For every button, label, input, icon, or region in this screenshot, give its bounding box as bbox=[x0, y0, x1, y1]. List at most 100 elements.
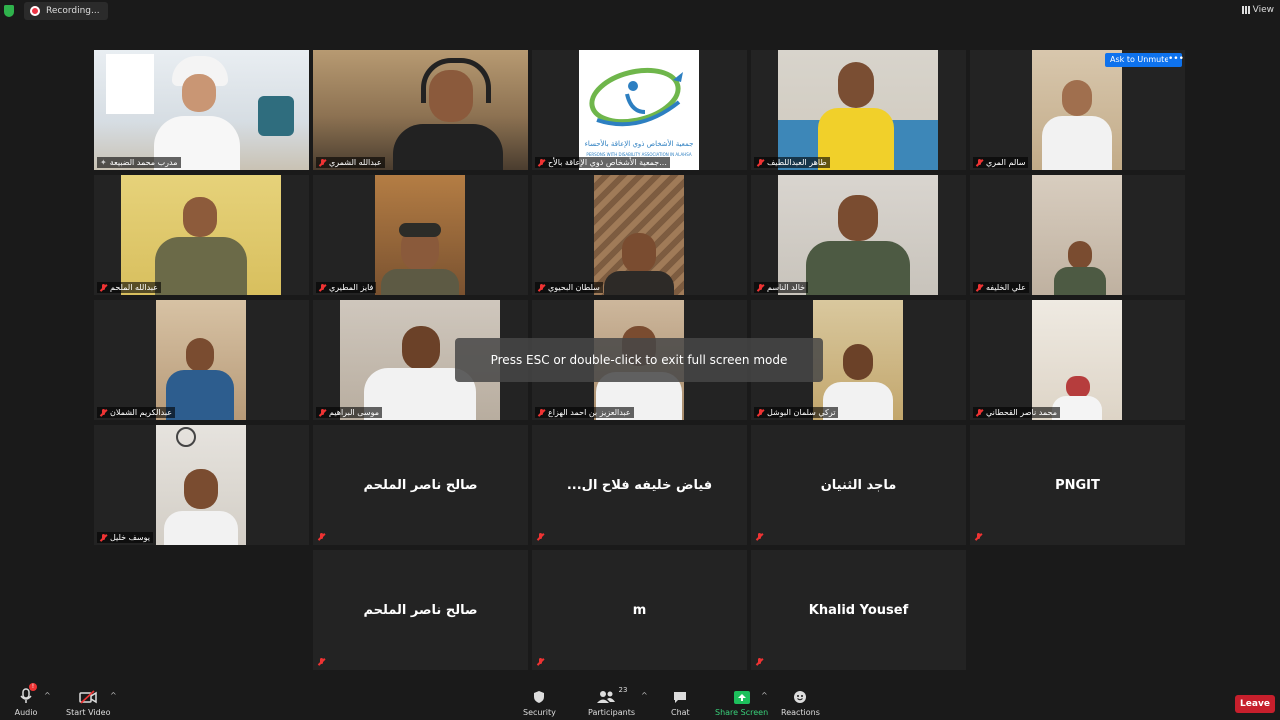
mic-muted-icon bbox=[537, 533, 544, 541]
video-tile[interactable]: خالد الناسم bbox=[751, 175, 966, 295]
name-tag: محمد ناصر القحطاني bbox=[973, 407, 1060, 418]
video-tile[interactable]: صالح ناصر الملحم bbox=[313, 550, 528, 670]
participant-name: موسى البراهيم bbox=[329, 408, 379, 417]
name-tag: عبدالعزيز بن احمد الهزاع bbox=[535, 407, 634, 418]
video-tile[interactable]: يوسف خليل bbox=[94, 425, 309, 545]
top-bar: Recording... View bbox=[0, 0, 1280, 24]
mic-muted-icon bbox=[537, 658, 544, 666]
video-tile[interactable]: صالح ناصر الملحم bbox=[313, 425, 528, 545]
participant-name: ماجد الثنيان bbox=[820, 477, 897, 493]
participant-name: سالم المري bbox=[986, 158, 1026, 167]
participant-name: جمعية الأشخاص ذوي الإعاقة بالأح... bbox=[548, 158, 667, 167]
video-tile[interactable]: عبدالله الشمري bbox=[313, 50, 528, 170]
participant-name: عبدالله الشمري bbox=[329, 158, 382, 167]
mic-muted-icon bbox=[319, 283, 326, 292]
name-tag: موسى البراهيم bbox=[316, 407, 382, 418]
video-tile[interactable]: عبدالله الملحم bbox=[94, 175, 309, 295]
name-tag: يوسف خليل bbox=[97, 532, 153, 543]
participant-video bbox=[375, 175, 465, 295]
recording-icon bbox=[30, 6, 40, 16]
reactions-smiley-icon bbox=[794, 691, 807, 703]
mic-muted-icon bbox=[100, 283, 107, 292]
video-tile[interactable]: PNGIT bbox=[970, 425, 1185, 545]
video-off-icon bbox=[79, 690, 97, 704]
participant-name: صالح ناصر الملحم bbox=[363, 477, 478, 493]
video-options-caret-icon[interactable]: ^ bbox=[110, 691, 117, 700]
leave-button[interactable]: Leave bbox=[1235, 695, 1275, 713]
share-options-caret-icon[interactable]: ^ bbox=[761, 691, 768, 700]
mic-muted-icon bbox=[318, 658, 325, 666]
name-tag: سلطان البحيوي bbox=[535, 282, 603, 293]
video-tile[interactable]: ✦ مدرب محمد الضبيعة bbox=[94, 50, 309, 170]
name-tag: علي الخليفه bbox=[973, 282, 1029, 293]
mic-muted-icon bbox=[319, 158, 326, 167]
mic-muted-icon bbox=[538, 408, 545, 417]
participant-name: عبدالعزيز بن احمد الهزاع bbox=[548, 408, 631, 417]
mic-muted-icon bbox=[976, 283, 983, 292]
participants-button[interactable]: 23 Participants bbox=[588, 686, 635, 717]
name-tag: خالد الناسم bbox=[754, 282, 809, 293]
association-logo-icon: جمعية الأشخاص ذوي الإعاقة بالأحساء PERSO… bbox=[585, 67, 694, 157]
mic-muted-icon bbox=[976, 408, 983, 417]
audio-button[interactable]: ! Audio bbox=[13, 683, 39, 717]
participant-name: m bbox=[632, 602, 647, 618]
meeting-toolbar: ! Audio ^ Start Video ^ Security 23 Part… bbox=[0, 683, 1280, 720]
ask-to-unmute-button[interactable]: Ask to Unmute bbox=[1105, 53, 1175, 67]
recording-indicator[interactable]: Recording... bbox=[24, 2, 108, 20]
logo-text: جمعية الأشخاص ذوي الإعاقة بالأحساء bbox=[585, 139, 694, 148]
share-screen-label: Share Screen bbox=[715, 708, 769, 717]
participant-video bbox=[313, 50, 528, 170]
encryption-shield-icon[interactable] bbox=[4, 5, 14, 17]
participant-video bbox=[94, 50, 309, 170]
participants-label: Participants bbox=[588, 708, 635, 717]
video-tile[interactable]: سلطان البحيوي bbox=[532, 175, 747, 295]
mic-muted-icon bbox=[757, 158, 764, 167]
audio-alert-badge: ! bbox=[29, 683, 37, 691]
start-video-label: Start Video bbox=[66, 708, 111, 717]
video-tile[interactable]: ...فياض خليفه فلاح ال bbox=[532, 425, 747, 545]
name-tag: ✦ مدرب محمد الضبيعة bbox=[97, 157, 181, 168]
mic-muted-icon bbox=[975, 533, 982, 541]
more-options-button[interactable]: ••• bbox=[1168, 53, 1184, 67]
participant-name: خالد الناسم bbox=[767, 283, 806, 292]
video-tile[interactable]: Khalid Yousef bbox=[751, 550, 966, 670]
participant-name: يوسف خليل bbox=[110, 533, 150, 542]
video-tile[interactable]: محمد ناصر القحطاني bbox=[970, 300, 1185, 420]
start-video-button[interactable]: Start Video bbox=[66, 686, 111, 717]
video-tile[interactable]: سالم المري bbox=[970, 50, 1185, 170]
mic-muted-icon bbox=[538, 158, 545, 167]
video-tile[interactable]: m bbox=[532, 550, 747, 670]
participant-name: سلطان البحيوي bbox=[548, 283, 600, 292]
video-tile[interactable]: ماجد الثنيان bbox=[751, 425, 966, 545]
banner-image bbox=[106, 54, 154, 114]
participant-name: ...فياض خليفه فلاح ال bbox=[566, 477, 713, 493]
mic-muted-icon bbox=[976, 158, 983, 167]
participant-name: طاهر العبداللطيف bbox=[767, 158, 827, 167]
participant-name: PNGIT bbox=[1055, 477, 1100, 493]
mic-muted-icon bbox=[757, 408, 764, 417]
video-tile[interactable]: علي الخليفه bbox=[970, 175, 1185, 295]
participant-name: عبدالكريم الشملان bbox=[110, 408, 173, 417]
mic-muted-icon bbox=[757, 283, 764, 292]
video-tile[interactable]: عبدالكريم الشملان bbox=[94, 300, 309, 420]
video-tile[interactable]: فايز المطيري bbox=[313, 175, 528, 295]
participant-video bbox=[813, 300, 903, 420]
audio-options-caret-icon[interactable]: ^ bbox=[44, 691, 51, 700]
security-button[interactable]: Security bbox=[523, 686, 556, 717]
video-tile[interactable]: جمعية الأشخاص ذوي الإعاقة بالأحساء PERSO… bbox=[532, 50, 747, 170]
reactions-button[interactable]: Reactions bbox=[781, 686, 820, 717]
view-label: View bbox=[1252, 5, 1274, 15]
recording-label: Recording... bbox=[46, 6, 100, 16]
participant-name: مدرب محمد الضبيعة bbox=[109, 158, 178, 167]
mic-muted-icon bbox=[756, 533, 763, 541]
view-button[interactable]: View bbox=[1241, 5, 1274, 15]
participant-video bbox=[156, 300, 246, 420]
mic-muted-icon bbox=[538, 283, 545, 292]
security-label: Security bbox=[523, 708, 556, 717]
participant-name: تركي سلمان البوشل bbox=[767, 408, 836, 417]
chat-button[interactable]: Chat bbox=[671, 686, 690, 717]
video-tile[interactable]: طاهر العبداللطيف bbox=[751, 50, 966, 170]
participants-options-caret-icon[interactable]: ^ bbox=[641, 691, 648, 700]
participant-video bbox=[1032, 175, 1122, 295]
participant-video bbox=[1032, 50, 1122, 170]
